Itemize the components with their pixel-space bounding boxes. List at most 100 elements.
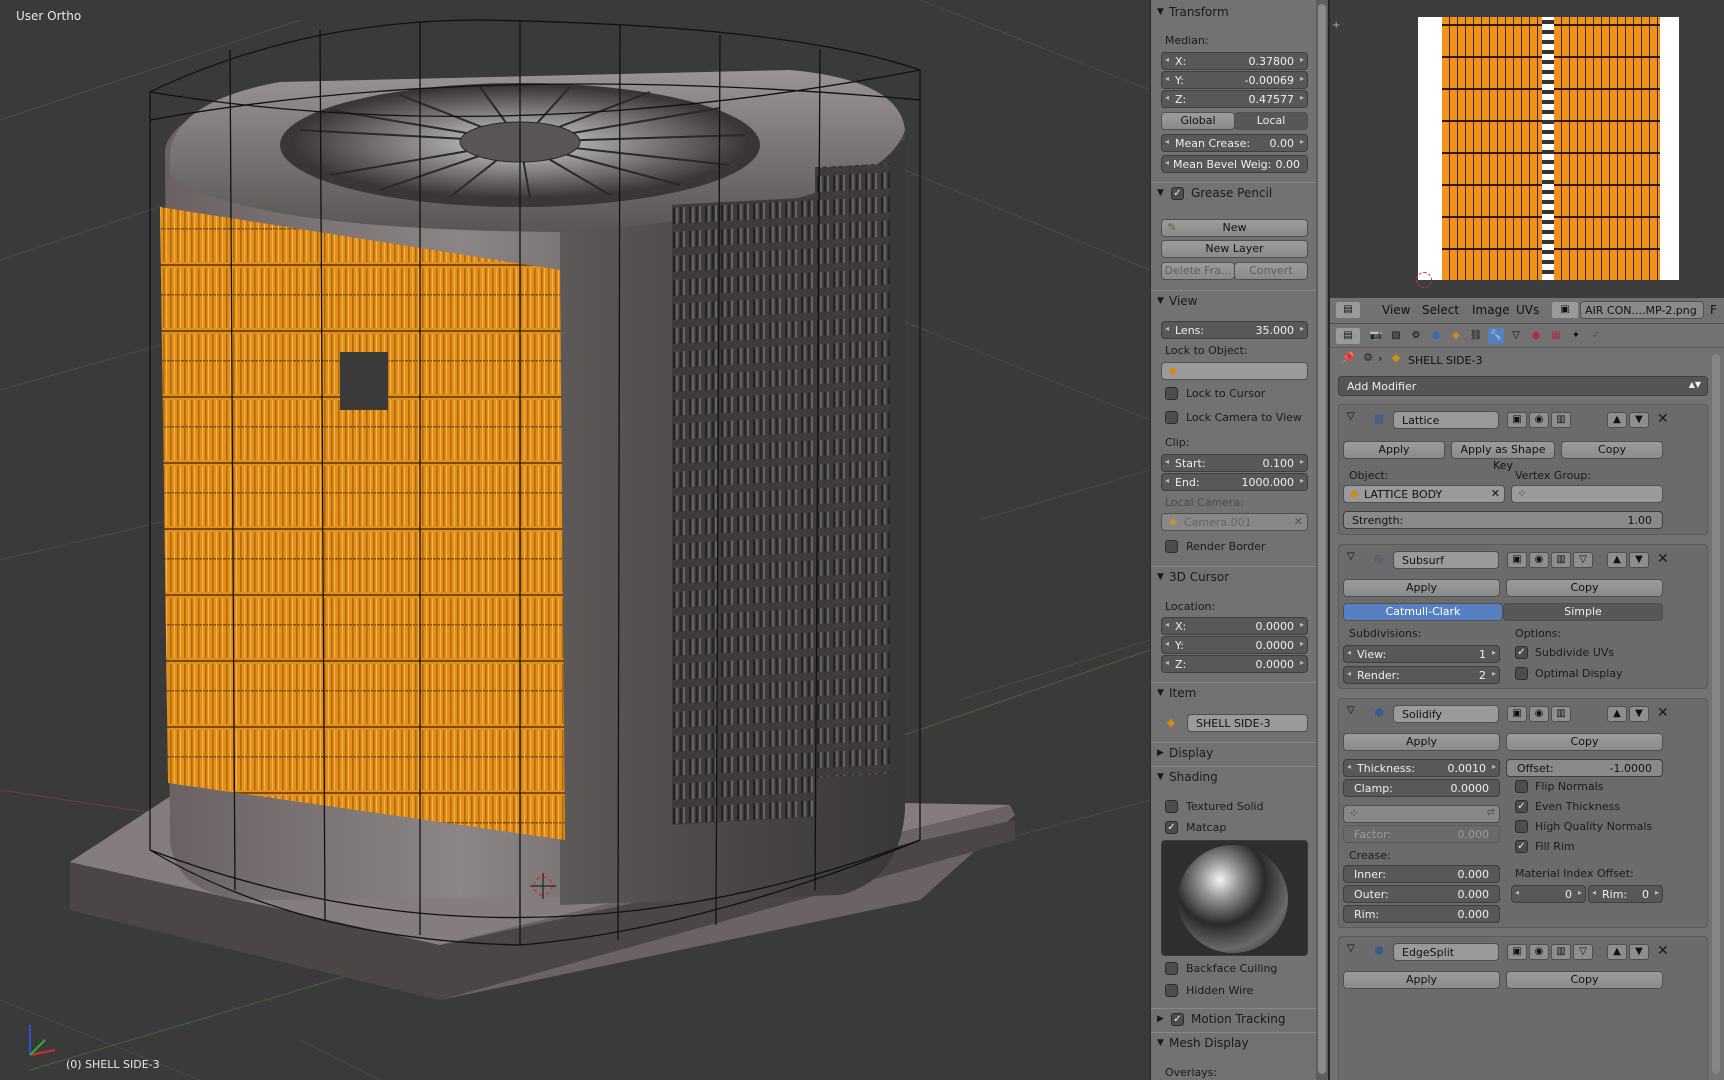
move-up-icon[interactable]: ▲	[1607, 944, 1627, 960]
view-header[interactable]: ▼ View	[1151, 290, 1316, 312]
lock-cursor-checkbox[interactable]	[1165, 387, 1178, 400]
local-camera-field[interactable]: ◆ Camera.001 ✕	[1161, 513, 1308, 531]
lens-field[interactable]: ◂ Lens: 35.000 ▸	[1161, 321, 1308, 339]
lattice-strength-slider[interactable]: Strength: 1.00	[1343, 511, 1663, 529]
matcap-checkbox[interactable]: ✓	[1165, 821, 1178, 834]
world-tab-icon[interactable]: ●	[1428, 328, 1444, 344]
transform-header[interactable]: ▼ Transform	[1151, 2, 1316, 24]
new-layer-button[interactable]: New Layer	[1161, 240, 1308, 258]
clamp-field[interactable]: Clamp: 0.0000	[1343, 779, 1500, 797]
scene-tab-icon[interactable]: ⚙	[1408, 328, 1424, 344]
cursor-z-field[interactable]: ◂ Z: 0.0000 ▸	[1161, 655, 1308, 673]
clear-camera-icon[interactable]: ✕	[1294, 515, 1303, 528]
solidify-name-field[interactable]: Solidify	[1393, 705, 1499, 723]
backface-culling-checkbox[interactable]	[1165, 962, 1178, 975]
collapse-solidify-icon[interactable]: ▽	[1347, 705, 1355, 716]
clear-object-icon[interactable]: ✕	[1491, 487, 1500, 500]
area-corner-icon[interactable]: +	[1332, 20, 1340, 31]
lattice-object-field[interactable]: ◆ LATTICE BODY ✕	[1343, 485, 1505, 503]
grease-pencil-checkbox[interactable]: ✓	[1171, 187, 1184, 200]
hidden-wire-checkbox[interactable]	[1165, 984, 1178, 997]
render-tab-icon[interactable]: 📷	[1368, 328, 1384, 344]
edgesplit-copy-button[interactable]: Copy	[1506, 971, 1663, 989]
subsurf-name-field[interactable]: Subsurf	[1393, 551, 1499, 569]
cursor-header[interactable]: ▼ 3D Cursor	[1151, 566, 1316, 588]
lattice-apply-shape-button[interactable]: Apply as Shape Key	[1451, 441, 1555, 472]
lock-camera-checkbox[interactable]	[1165, 411, 1178, 424]
global-toggle[interactable]: Global	[1161, 112, 1235, 130]
physics-tab-icon[interactable]: ✓	[1588, 328, 1604, 344]
lattice-copy-button[interactable]: Copy	[1561, 441, 1663, 459]
optimal-display-checkbox[interactable]	[1515, 667, 1528, 680]
move-down-icon[interactable]: ▼	[1629, 706, 1649, 722]
solidify-vgroup-field[interactable]: ⁘ ⇄	[1343, 805, 1500, 823]
viewport-toggle-icon[interactable]: ◉	[1529, 552, 1549, 568]
catmull-clark-toggle[interactable]: Catmull-Clark	[1343, 603, 1503, 621]
shading-header[interactable]: ▼ Shading	[1151, 766, 1316, 788]
particles-tab-icon[interactable]: ✦	[1568, 328, 1584, 344]
add-modifier-dropdown[interactable]: Add Modifier ▲▼	[1338, 376, 1708, 396]
factor-field[interactable]: Factor: 0.000	[1343, 825, 1500, 843]
display-header[interactable]: ▶ Display	[1151, 742, 1316, 764]
collapse-subsurf-icon[interactable]: ▽	[1347, 551, 1355, 562]
subsurf-apply-button[interactable]: Apply	[1343, 579, 1500, 597]
props-editor-type-icon[interactable]: ▤	[1336, 328, 1360, 344]
cursor-x-field[interactable]: ◂ X: 0.0000 ▸	[1161, 617, 1308, 635]
data-tab-icon[interactable]: ▽	[1508, 328, 1524, 344]
clip-start-field[interactable]: ◂ Start: 0.100 ▸	[1161, 454, 1308, 472]
editmode-toggle-icon[interactable]: ▥	[1551, 552, 1571, 568]
move-down-icon[interactable]: ▼	[1629, 552, 1649, 568]
cursor-y-field[interactable]: ◂ Y: 0.0000 ▸	[1161, 636, 1308, 654]
move-up-icon[interactable]: ▲	[1607, 552, 1627, 568]
render-toggle-icon[interactable]: ▣	[1507, 412, 1527, 428]
simple-toggle[interactable]: Simple	[1503, 603, 1663, 621]
cage-toggle-icon[interactable]: ▽	[1573, 552, 1593, 568]
mesh-display-header[interactable]: ▼ Mesh Display	[1151, 1032, 1316, 1054]
median-x-field[interactable]: ◂ X: 0.37800 ▸	[1161, 52, 1308, 70]
invert-vgroup-icon[interactable]: ⇄	[1487, 807, 1495, 818]
fake-user-button[interactable]: F	[1710, 303, 1717, 317]
menu-image[interactable]: Image	[1472, 303, 1510, 317]
viewport-toggle-icon[interactable]: ◉	[1529, 706, 1549, 722]
collapse-lattice-icon[interactable]: ▽	[1347, 411, 1355, 422]
inner-field[interactable]: Inner: 0.000	[1343, 865, 1500, 883]
render-toggle-icon[interactable]: ▣	[1507, 944, 1527, 960]
move-up-icon[interactable]: ▲	[1607, 412, 1627, 428]
mat-rim-field[interactable]: ◂ Rim: 0 ▸	[1588, 885, 1663, 903]
rim-field[interactable]: Rim: 0.000	[1343, 905, 1500, 923]
cage-toggle-icon[interactable]: ▽	[1573, 944, 1593, 960]
editmode-toggle-icon[interactable]: ▥	[1551, 944, 1571, 960]
median-z-field[interactable]: ◂ Z: 0.47577 ▸	[1161, 90, 1308, 108]
render-border-checkbox[interactable]	[1165, 540, 1178, 553]
convert-button[interactable]: Convert	[1234, 262, 1308, 280]
move-down-icon[interactable]: ▼	[1629, 944, 1649, 960]
grease-pencil-header[interactable]: ▼ ✓ Grease Pencil	[1151, 182, 1316, 204]
thickness-field[interactable]: ◂ Thickness: 0.0010 ▸	[1343, 759, 1500, 777]
subdivide-uvs-checkbox[interactable]: ✓	[1515, 646, 1528, 659]
flip-normals-checkbox[interactable]	[1515, 780, 1528, 793]
gp-new-button[interactable]: ✎ New	[1161, 219, 1308, 237]
local-toggle[interactable]: Local	[1234, 112, 1308, 130]
delete-frame-button[interactable]: Delete Fra...	[1161, 262, 1235, 280]
subsurf-view-field[interactable]: ◂ View: 1 ▸	[1343, 645, 1500, 663]
solidify-copy-button[interactable]: Copy	[1506, 733, 1663, 751]
lattice-apply-button[interactable]: Apply	[1343, 441, 1445, 459]
remove-subsurf-icon[interactable]: ✕	[1657, 551, 1669, 567]
object-tab-icon[interactable]: ◆	[1448, 328, 1464, 344]
offset-slider[interactable]: Offset: -1.0000	[1506, 759, 1663, 777]
npanel-scrollbar[interactable]	[1316, 0, 1328, 1080]
subsurf-render-field[interactable]: ◂ Render: 2 ▸	[1343, 666, 1500, 684]
editor-type-icon[interactable]: ▤	[1336, 302, 1360, 318]
material-tab-icon[interactable]: ●	[1528, 328, 1544, 344]
item-name-field[interactable]: SHELL SIDE-3	[1187, 714, 1308, 732]
move-up-icon[interactable]: ▲	[1607, 706, 1627, 722]
vertex-group-field[interactable]: ⁘	[1511, 485, 1663, 503]
edgesplit-apply-button[interactable]: Apply	[1343, 971, 1500, 989]
menu-select[interactable]: Select	[1422, 303, 1459, 317]
viewport-toggle-icon[interactable]: ◉	[1529, 944, 1549, 960]
clip-end-field[interactable]: ◂ End: 1000.000 ▸	[1161, 473, 1308, 491]
menu-uvs[interactable]: UVs	[1516, 303, 1539, 317]
even-thickness-checkbox[interactable]: ✓	[1515, 800, 1528, 813]
motion-tracking-header[interactable]: ▶ ✓ Motion Tracking	[1151, 1008, 1316, 1030]
edgesplit-name-field[interactable]: EdgeSplit	[1393, 943, 1499, 961]
